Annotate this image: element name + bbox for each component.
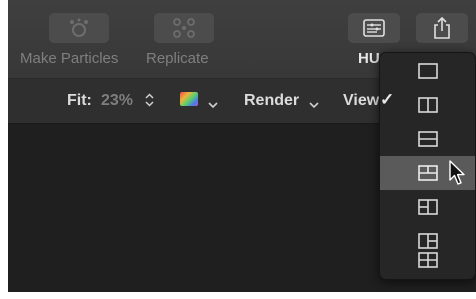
layout-menu-item-four-up-grid[interactable]: [380, 243, 475, 277]
view-menu-label[interactable]: View: [343, 92, 379, 110]
share-icon: [433, 17, 451, 39]
single-viewport-icon: [417, 63, 438, 79]
make-particles-button[interactable]: [49, 13, 109, 43]
fit-zoom-value[interactable]: 23%: [101, 92, 133, 110]
four-up-grid-icon: [417, 252, 438, 268]
color-swatch-icon[interactable]: [180, 92, 198, 106]
color-dropdown-chevron-icon[interactable]: [208, 96, 218, 114]
hud-icon: [363, 19, 385, 37]
layout-menu-item-single[interactable]: [380, 54, 475, 88]
particles-icon: [68, 18, 90, 38]
two-up-top-bottom-icon: [417, 131, 438, 147]
layout-menu-item-two-up-side-by-side[interactable]: [380, 88, 475, 122]
fit-label: Fit:: [67, 92, 92, 109]
three-up-left-split-icon: [417, 199, 438, 215]
layout-menu-item-three-up-left-split[interactable]: [380, 190, 475, 224]
share-button[interactable]: [416, 13, 468, 43]
replicate-button[interactable]: [154, 13, 214, 43]
hud-label: HU: [358, 50, 380, 67]
mouse-pointer-icon: [449, 160, 467, 191]
make-particles-label: Make Particles: [20, 50, 119, 67]
up-down-chevron-icon[interactable]: [145, 93, 154, 112]
layout-menu-item-two-up-top-bottom[interactable]: [380, 122, 475, 156]
replicate-label: Replicate: [146, 50, 209, 67]
three-up-top-split-icon: [417, 165, 438, 181]
checkmark-icon: ✓: [380, 90, 395, 109]
hud-button[interactable]: [348, 13, 400, 43]
render-menu-label[interactable]: Render: [244, 92, 299, 110]
two-up-side-by-side-icon: [417, 97, 438, 113]
render-dropdown-chevron-icon[interactable]: [309, 96, 319, 114]
replicate-icon: [173, 18, 195, 38]
